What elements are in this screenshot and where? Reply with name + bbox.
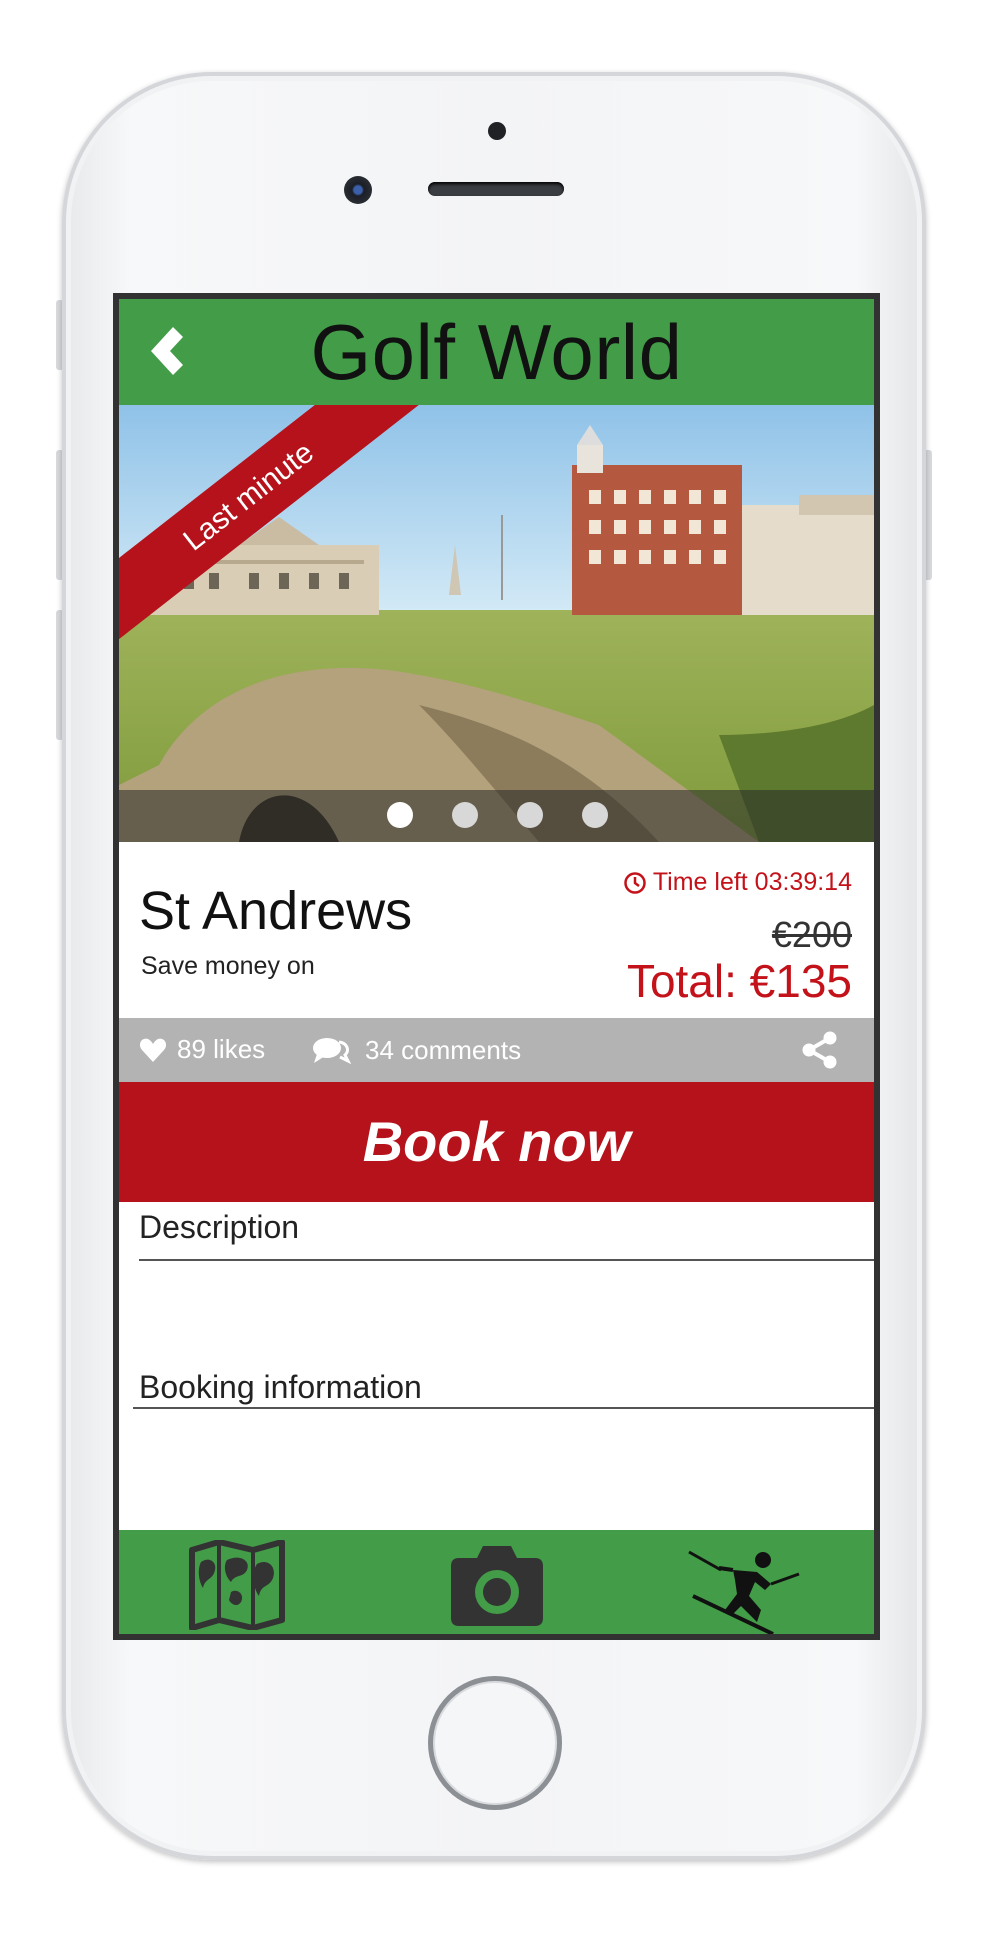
- carousel-dot[interactable]: [582, 802, 608, 828]
- camera-icon: [451, 1546, 543, 1626]
- tab-skiing[interactable]: [687, 1540, 807, 1634]
- place-name: St Andrews: [139, 881, 413, 941]
- hero-carousel[interactable]: Last minute: [119, 405, 874, 842]
- book-now-button[interactable]: Book now: [119, 1082, 874, 1202]
- app-view: Golf World Last minute St Andrews Save m…: [119, 299, 874, 1634]
- likes-count: 89 likes: [177, 1034, 266, 1064]
- countdown: Time left 03:39:14: [623, 868, 852, 897]
- app-header: Golf World: [119, 299, 874, 405]
- home-button[interactable]: [428, 1676, 562, 1810]
- heart-icon: [139, 1038, 167, 1062]
- app-title: Golf World: [310, 308, 683, 396]
- skier-icon: [688, 1550, 800, 1634]
- old-price: €200: [771, 914, 852, 955]
- share-icon[interactable]: [800, 1030, 840, 1070]
- social-bar: 89 likes 34 comments: [119, 1018, 874, 1082]
- booking-info-divider: [133, 1407, 874, 1409]
- tab-map[interactable]: [187, 1539, 297, 1631]
- clock-icon: [624, 871, 646, 894]
- tab-camera[interactable]: [441, 1540, 551, 1630]
- description-divider: [139, 1259, 874, 1261]
- carousel-indicator: [119, 790, 874, 842]
- front-camera: [344, 176, 372, 204]
- comments-button[interactable]: 34 comments: [311, 1034, 521, 1066]
- total-price: Total: €135: [626, 955, 852, 1007]
- carousel-dot[interactable]: [387, 802, 413, 828]
- front-sensor: [488, 122, 506, 140]
- earpiece-speaker: [428, 182, 564, 196]
- likes-button[interactable]: 89 likes: [139, 1034, 265, 1065]
- map-icon: [189, 1539, 285, 1631]
- bottom-tab-bar: [119, 1530, 874, 1634]
- carousel-dot[interactable]: [452, 802, 478, 828]
- offer-info: St Andrews Save money on Time left 03:39…: [119, 842, 874, 1018]
- carousel-dot[interactable]: [517, 802, 543, 828]
- countdown-text: Time left 03:39:14: [652, 868, 852, 896]
- place-subtitle: Save money on: [141, 952, 315, 980]
- booking-info-section[interactable]: Booking information: [139, 1369, 422, 1406]
- comments-count: 34 comments: [365, 1034, 522, 1065]
- speech-bubbles-icon: [313, 1038, 351, 1065]
- phone-screen: Golf World Last minute St Andrews Save m…: [113, 293, 880, 1640]
- description-section[interactable]: Description: [139, 1209, 299, 1246]
